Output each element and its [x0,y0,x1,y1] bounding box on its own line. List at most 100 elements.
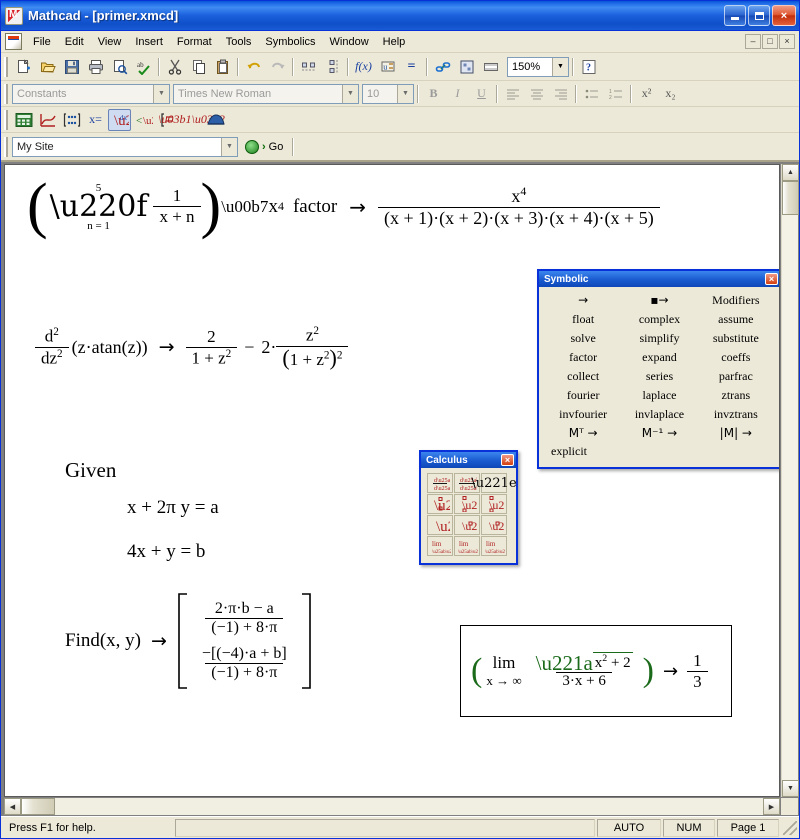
two-sided-limit-button[interactable]: lim \u25ab\u2192\u25ab [427,536,453,556]
chevron-down-icon[interactable]: ▼ [552,57,568,76]
paste-button[interactable] [211,56,234,78]
kw-determinant[interactable]: |M| → [698,424,774,442]
evaluation-toolbar-button[interactable]: x= [84,109,107,131]
align-right-button[interactable] [549,83,572,105]
infinity-button[interactable]: \u221e [471,473,517,493]
resize-grip-icon[interactable] [783,820,797,835]
kw-factor[interactable]: factor [545,348,621,367]
bullet-list-button[interactable] [580,83,603,105]
menu-symbolics[interactable]: Symbolics [258,33,322,51]
chevron-down-icon[interactable]: ▼ [342,84,358,103]
cut-button[interactable] [163,56,186,78]
greek-toolbar-button[interactable]: \u03b1\u03b2 [158,109,225,131]
kw-solve[interactable]: solve [545,329,621,348]
component-button[interactable] [455,56,478,78]
kw-simplify[interactable]: simplify [621,329,697,348]
copy-button[interactable] [187,56,210,78]
kw-invlaplace[interactable]: invlaplace [621,405,697,424]
menu-insert[interactable]: Insert [128,33,170,51]
kw-coeffs[interactable]: coeffs [698,348,774,367]
kw-arrow[interactable]: → [545,291,621,310]
worksheet[interactable]: ( 5 \u220f n = 1 1 x + n ) \u00b7 x 4 fa… [4,164,780,797]
kw-inverse[interactable]: M⁻¹ → [621,424,697,442]
mdi-restore-button[interactable]: □ [762,34,778,49]
go-button[interactable]: › Go [239,139,289,154]
menu-view[interactable]: View [91,33,129,51]
left-limit-button[interactable]: lim \u25ab\u2192\u25ab\u207a [454,536,480,556]
toolbar-grip[interactable] [4,109,8,130]
boolean-toolbar-button[interactable]: <\u2264 [132,109,155,131]
status-auto[interactable]: AUTO [597,818,661,837]
align-across-button[interactable] [297,56,320,78]
calculator-toolbar-button[interactable] [12,109,35,131]
chevron-down-icon[interactable]: ▼ [221,137,237,156]
derivative-button[interactable]: d\u25abd\u25ab [427,473,453,493]
vertical-scroll-track[interactable] [782,215,798,780]
print-preview-button[interactable] [108,56,131,78]
chevron-down-icon[interactable]: ▼ [397,84,413,103]
font-size-combobox[interactable]: 10 ▼ [362,83,414,104]
new-document-button[interactable] [12,56,35,78]
toolbar-grip[interactable] [4,83,8,104]
calculate-button[interactable]: = [400,56,423,78]
kw-explicit[interactable]: explicit [545,442,621,461]
definite-integral-button[interactable]: \u222b [427,494,453,514]
symbolic-toolbar-button[interactable] [204,109,227,131]
mdi-close-button[interactable]: × [779,34,795,49]
range-sum-button[interactable]: \u2211 [454,515,480,535]
close-icon[interactable]: × [765,273,778,285]
summation-button[interactable]: \u2211 [454,494,480,514]
insert-function-button[interactable]: f(x) [352,56,375,78]
kw-assume[interactable]: assume [698,310,774,329]
horizontal-scrollbar[interactable]: ◀ ▶ [4,798,780,815]
scroll-up-button[interactable]: ▲ [782,164,799,181]
insert-unit-button[interactable]: u [376,56,399,78]
subscript-button[interactable]: x₂ [659,83,682,105]
document-icon[interactable] [5,33,22,50]
superscript-button[interactable]: x² [635,83,658,105]
menu-file[interactable]: File [26,33,58,51]
product-factor-region[interactable]: ( 5 \u220f n = 1 1 x + n ) \u00b7 x 4 fa… [27,175,660,237]
graph-toolbar-button[interactable] [36,109,59,131]
toolbar-grip[interactable] [4,136,8,157]
menu-format[interactable]: Format [170,33,219,51]
kw-invztrans[interactable]: invztrans [698,405,774,424]
right-limit-button[interactable]: lim \u25ab\u2192\u25ab\u207b [481,536,507,556]
kw-parfrac[interactable]: parfrac [698,367,774,386]
kw-modifiers[interactable]: Modifiers [698,291,774,310]
minimize-button[interactable] [724,5,746,26]
align-down-button[interactable] [321,56,344,78]
style-combobox[interactable]: Constants ▼ [12,83,170,104]
close-icon[interactable]: × [501,454,514,466]
kw-collect[interactable]: collect [545,367,621,386]
scroll-down-button[interactable]: ▼ [782,780,799,797]
help-button[interactable]: ? [577,56,600,78]
toolbar-grip[interactable] [4,56,8,77]
kw-series[interactable]: series [621,367,697,386]
menu-help[interactable]: Help [376,33,413,51]
number-list-button[interactable]: 12 [604,83,627,105]
maximize-button[interactable] [748,5,770,26]
kw-substitute[interactable]: substitute [698,329,774,348]
menu-edit[interactable]: Edit [58,33,91,51]
zoom-combobox[interactable]: 150% ▼ [507,56,569,77]
underline-button[interactable]: U [470,83,493,105]
derivative-region[interactable]: d2 dz2 (z·atan(z)) → 2 1 + z2 − 2· z2 (1… [35,325,349,370]
kw-expand[interactable]: expand [621,348,697,367]
scroll-right-button[interactable]: ▶ [763,798,780,815]
redo-button[interactable] [266,56,289,78]
solve-block-region[interactable]: Given x + 2π y = a 4x + y = b Find(x, y)… [65,458,312,689]
undo-button[interactable] [242,56,265,78]
insert-area-button[interactable] [479,56,502,78]
save-button[interactable] [60,56,83,78]
font-combobox[interactable]: Times New Roman ▼ [173,83,359,104]
align-left-button[interactable] [501,83,524,105]
menu-tools[interactable]: Tools [219,33,259,51]
bold-button[interactable]: B [422,83,445,105]
spell-check-button[interactable]: ab [132,56,155,78]
range-product-button[interactable]: \u220f [481,515,507,535]
product-button[interactable]: \u220f [481,494,507,514]
scroll-left-button[interactable]: ◀ [4,798,21,815]
kw-laplace[interactable]: laplace [621,386,697,405]
insert-hyperlink-button[interactable] [431,56,454,78]
